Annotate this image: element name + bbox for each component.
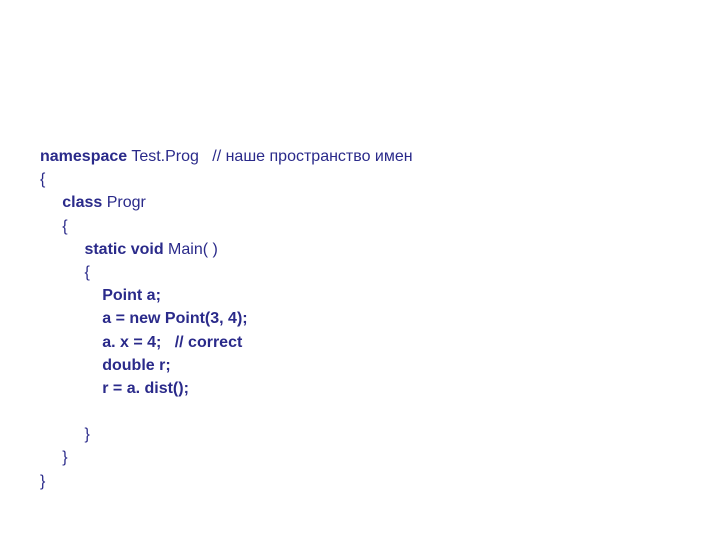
line-8: a = new Point(3, 4); [40,310,248,327]
line-10: double r; [40,357,171,374]
line-13: } [40,449,68,466]
kw-static-void: static void [40,241,164,258]
line-1-rest: Test.Prog // наше пространство имен [127,148,412,165]
line-12: } [40,426,90,443]
line-5-rest: Main( ) [164,241,218,258]
line-14: } [40,473,45,490]
line-4: { [40,218,68,235]
kw-namespace: namespace [40,148,127,165]
line-2: { [40,171,45,188]
line-3-rest: Progr [102,194,146,211]
line-9: a. x = 4; // correct [40,334,242,351]
line-11: r = a. dist(); [40,380,189,397]
line-6: { [40,264,90,281]
line-7: Point a; [40,287,161,304]
kw-class: class [40,194,102,211]
code-snippet: namespace Test.Prog // наше пространство… [40,145,413,493]
